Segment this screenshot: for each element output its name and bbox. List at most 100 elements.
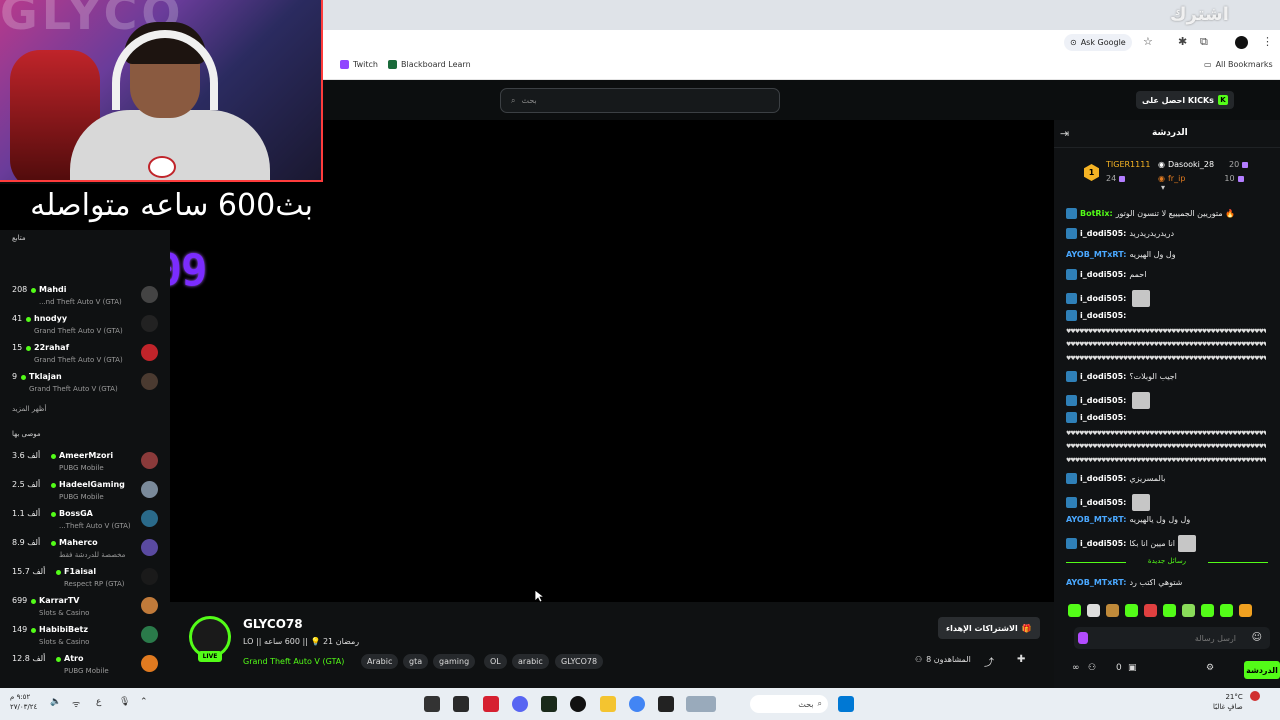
profile-avatar[interactable] <box>1235 36 1248 49</box>
sidebar-item-tklajan[interactable]: 9 Tklajan Grand Theft Auto V (GTA) <box>0 369 170 397</box>
windows-start-icon[interactable] <box>838 696 854 712</box>
sidebar-item-mahdi[interactable]: 208 Mahdi ...nd Theft Auto V (GTA) <box>0 282 170 310</box>
notification-badge[interactable] <box>1250 691 1260 701</box>
emote-icon[interactable] <box>1144 604 1157 617</box>
emote-icon[interactable] <box>1125 604 1138 617</box>
collapse-chat-icon[interactable]: ⇥ <box>1060 127 1069 140</box>
emote-icon[interactable] <box>1239 604 1252 617</box>
language-icon[interactable]: ع <box>96 697 101 707</box>
get-kicks-button[interactable]: احصل على KICKs K <box>1136 91 1234 109</box>
emote-icon[interactable] <box>1106 604 1119 617</box>
chat-input[interactable]: ارسل رسالة ☺ <box>1074 627 1270 649</box>
emote-icon[interactable] <box>1163 604 1176 617</box>
network-icon[interactable]: ᯤ <box>72 697 80 710</box>
streamer-name: KarrarTV <box>39 596 80 605</box>
file-explorer-icon[interactable] <box>600 696 616 712</box>
channel-name[interactable]: GLYCO78 <box>243 617 303 631</box>
new-messages-divider[interactable]: رسائل جديدة <box>1054 557 1280 565</box>
stream-category[interactable]: Grand Theft Auto V (GTA) <box>243 657 344 666</box>
xbox-icon[interactable] <box>424 696 440 712</box>
medal-icon: ◉ <box>1158 174 1165 183</box>
ask-google-button[interactable]: ⊙ Ask Google <box>1064 34 1132 51</box>
chat-username[interactable]: i_dodi505: <box>1080 498 1126 507</box>
chat-send-button[interactable]: الدردشة <box>1244 661 1280 679</box>
chat-username[interactable]: BotRix: <box>1080 209 1113 218</box>
weather-temp: 21°C <box>1225 693 1243 701</box>
microphone-icon[interactable]: 🎙 <box>119 697 130 707</box>
emote-icon[interactable] <box>1068 604 1081 617</box>
share-icon[interactable]: ⤴ <box>984 654 994 669</box>
chat-username[interactable]: i_dodi505: <box>1080 539 1126 548</box>
leaderboard-entry[interactable]: TIGER1111 <box>1106 160 1150 169</box>
chat-username[interactable]: i_dodi505: <box>1080 229 1126 238</box>
chat-username[interactable]: AYOB_MTxRT: <box>1066 250 1126 259</box>
widget-icon[interactable] <box>686 696 716 712</box>
expand-leaderboard-icon[interactable]: ▾ <box>1161 183 1165 192</box>
live-dot-icon <box>56 570 61 575</box>
puzzle-icon[interactable]: ⧉ <box>1200 35 1208 49</box>
chrome-icon[interactable] <box>629 696 645 712</box>
emote-icon[interactable] <box>1220 604 1233 617</box>
leaderboard-entry[interactable]: ◉ Dasooki_28 20 <box>1158 160 1249 169</box>
discord-icon[interactable] <box>512 696 528 712</box>
extension-icon[interactable]: ✱ <box>1178 35 1187 48</box>
menu-icon[interactable]: ⋮ <box>1262 35 1273 48</box>
sidebar-item-habibibetz[interactable]: 149 HabibiBetz Slots & Casino <box>0 622 170 650</box>
emotes-icon[interactable]: ∞ <box>1072 663 1080 673</box>
star-icon[interactable]: ☆ <box>1143 35 1153 48</box>
bookmark-twitch[interactable]: Twitch <box>340 60 378 69</box>
folder-icon: ▭ <box>1204 60 1212 69</box>
sidebar-item-f1aisal[interactable]: 15.7 ألف F1aisal Respect RP (GTA) <box>0 564 170 592</box>
mic-icon[interactable] <box>1078 632 1088 644</box>
emote-icon[interactable] <box>1087 604 1100 617</box>
adobe-icon[interactable] <box>483 696 499 712</box>
tag-chip[interactable]: gta <box>403 654 429 669</box>
follow-icon[interactable]: ✚ <box>1017 654 1025 665</box>
chat-username[interactable]: AYOB_MTxRT: <box>1066 515 1126 524</box>
sidebar-item-karrartv[interactable]: 699 KarrarTV Slots & Casino <box>0 593 170 621</box>
chat-username[interactable]: i_dodi505: <box>1080 311 1126 320</box>
chat-username[interactable]: i_dodi505: <box>1080 294 1126 303</box>
speaker-icon[interactable]: 🔈 <box>50 697 61 707</box>
sidebar-item-maherco[interactable]: 8.9 ألف Maherco مخصصة للدردشة فقط <box>0 535 170 563</box>
terminal-icon[interactable] <box>541 696 557 712</box>
sidebar-item-atro[interactable]: 12.8 ألف Atro PUBG Mobile <box>0 651 170 679</box>
chat-username[interactable]: i_dodi505: <box>1080 372 1126 381</box>
tag-chip[interactable]: gaming <box>433 654 476 669</box>
users-icon[interactable]: ⚇ <box>1088 663 1096 673</box>
chat-username[interactable]: i_dodi505: <box>1080 474 1126 483</box>
taskbar-search[interactable]: بحث ⌕ <box>750 695 828 713</box>
app-icon[interactable] <box>658 696 674 712</box>
tag-chip[interactable]: OL <box>484 654 507 669</box>
points-icon[interactable]: ▣ <box>1128 663 1137 673</box>
clock[interactable]: ٩:٥٢ م ٢٧/٠٣/٢٤ <box>10 692 37 712</box>
sidebar-item-ameermzori[interactable]: 3.6 ألف AmeerMzori PUBG Mobile <box>0 448 170 476</box>
chat-message: i_dodi505: <box>1066 290 1272 307</box>
tag-chip[interactable]: arabic <box>512 654 549 669</box>
emoji-icon[interactable]: ☺ <box>1252 632 1262 643</box>
all-bookmarks-button[interactable]: ▭ All Bookmarks <box>1204 60 1273 69</box>
chat-username[interactable]: i_dodi505: <box>1080 270 1126 279</box>
bookmark-blackboard[interactable]: Blackboard Learn <box>388 60 471 69</box>
emote-icon[interactable] <box>1201 604 1214 617</box>
tag-chip[interactable]: GLYCO78 <box>555 654 604 669</box>
sidebar-item-hadeelgaming[interactable]: 2.5 ألف HadeelGaming PUBG Mobile <box>0 477 170 505</box>
chat-username[interactable]: i_dodi505: <box>1080 413 1126 422</box>
gift-subscriptions-button[interactable]: الاشتراكات الإهداء 🎁 <box>938 617 1040 639</box>
search-input[interactable]: ⌕ بحث <box>500 88 780 113</box>
sidebar-item-bossga[interactable]: 1.1 ألف BossGA ...Theft Auto V (GTA) <box>0 506 170 534</box>
sidebar-item-hnodyy[interactable]: 41 hnodyy Grand Theft Auto V (GTA) <box>0 311 170 339</box>
emote-icon[interactable] <box>1182 604 1195 617</box>
chat-username[interactable]: i_dodi505: <box>1080 396 1126 405</box>
weather-widget[interactable]: 21°C صافٍ غالبًا <box>1213 692 1243 712</box>
viewers-icon: ⚇ <box>915 655 923 664</box>
chat-username[interactable]: AYOB_MTxRT: <box>1066 578 1126 587</box>
sidebar-item-22rahaf[interactable]: 15 22rahaf Grand Theft Auto V (GTA) <box>0 340 170 368</box>
chevron-up-icon[interactable]: ⌃ <box>140 697 148 707</box>
settings-icon[interactable]: ⚙ <box>1206 663 1214 673</box>
show-more-link[interactable]: أظهر المزيد <box>12 405 46 413</box>
leaderboard-entry[interactable]: ◉ fr_ip 10 <box>1158 174 1244 183</box>
obs-icon[interactable] <box>570 696 586 712</box>
tag-chip[interactable]: Arabic <box>361 654 399 669</box>
app-icon[interactable] <box>453 696 469 712</box>
